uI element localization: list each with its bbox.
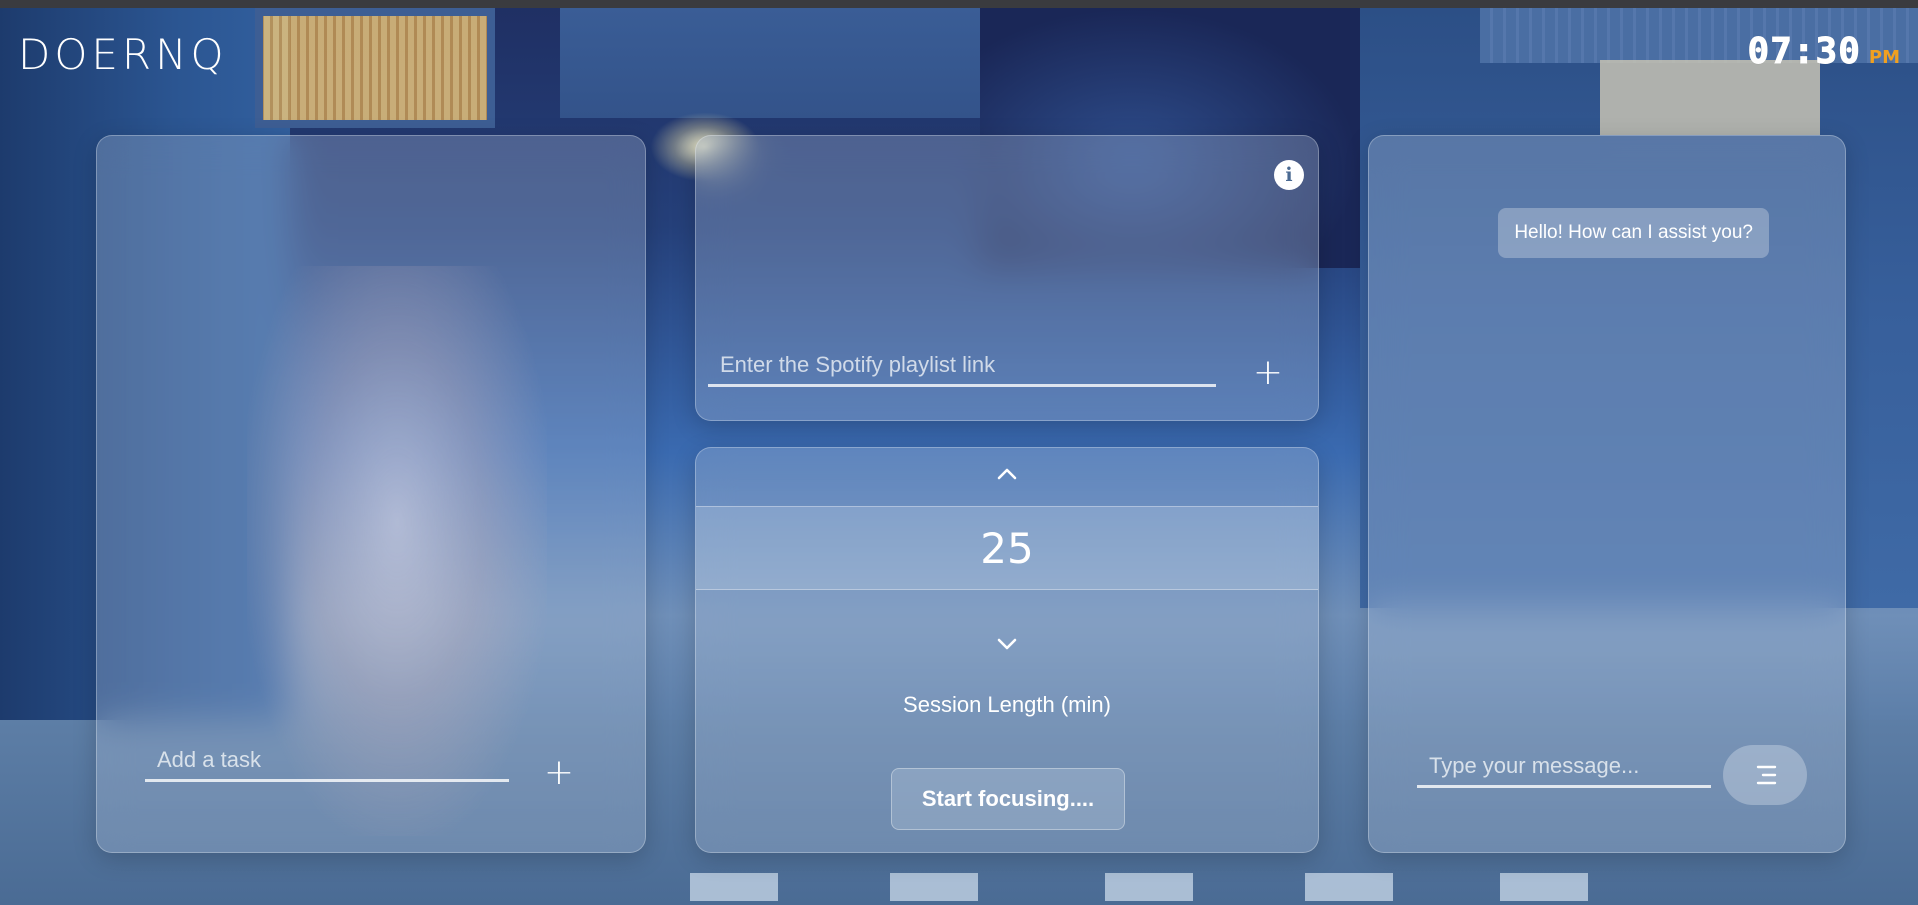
timer-panel: 25 Session Length (min) Start focusing..… [695, 447, 1319, 853]
task-input[interactable] [145, 741, 509, 782]
spotify-link-input[interactable] [708, 346, 1216, 387]
assistant-message: Hello! How can I assist you? [1498, 208, 1769, 258]
increase-length-button[interactable] [987, 454, 1027, 494]
clock-time: 07:30 [1747, 31, 1861, 72]
menu-lines-icon [1756, 765, 1777, 785]
chevron-up-icon [997, 468, 1017, 480]
crosswalk-stripe [1305, 873, 1393, 901]
spotify-panel: i + [695, 135, 1319, 421]
send-message-button[interactable] [1723, 745, 1807, 805]
chat-message-input[interactable] [1417, 747, 1711, 788]
building-window-frame [255, 8, 495, 128]
app-logo: DOERNQ [18, 30, 228, 79]
session-length-label: Session Length (min) [903, 692, 1111, 717]
add-task-button[interactable]: + [539, 753, 579, 793]
timer-value: 25 [980, 523, 1034, 573]
crosswalk-stripe [890, 873, 978, 901]
info-icon[interactable]: i [1274, 160, 1304, 190]
chat-panel: Hello! How can I assist you? [1368, 135, 1846, 853]
start-focusing-button[interactable]: Start focusing.... [891, 768, 1125, 830]
plus-icon: + [543, 752, 575, 793]
crosswalk-stripe [1105, 873, 1193, 901]
top-edge-bar [0, 0, 1918, 8]
plus-icon: + [1252, 352, 1284, 393]
chevron-down-icon [997, 638, 1017, 650]
crosswalk-stripe [1500, 873, 1588, 901]
timer-value-band: 25 [696, 506, 1318, 590]
decrease-length-button[interactable] [987, 624, 1027, 664]
clock: 07:30 PM [1747, 31, 1900, 72]
add-playlist-button[interactable]: + [1248, 353, 1288, 393]
building-middle [560, 8, 980, 118]
clock-ampm: PM [1868, 47, 1900, 68]
crosswalk-stripe [690, 873, 778, 901]
tasks-panel: + [96, 135, 646, 853]
